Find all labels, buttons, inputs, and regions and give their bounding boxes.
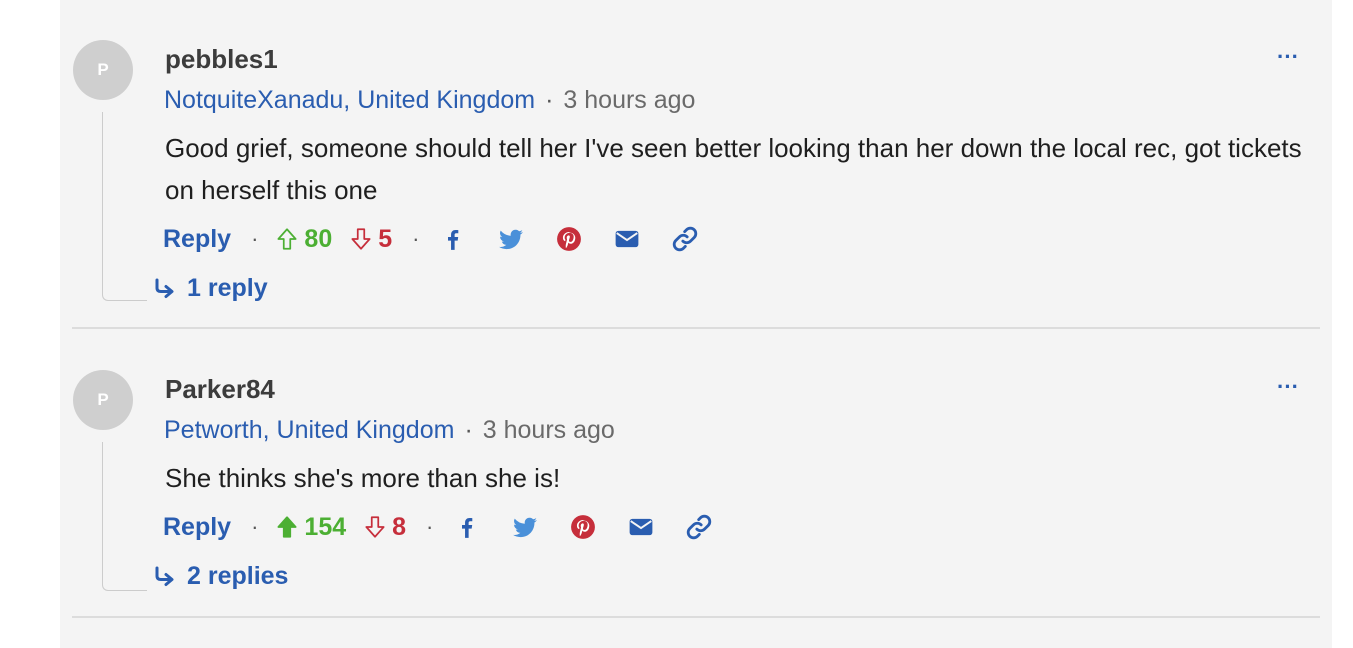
comment-actions: Reply · 154 8 · [163,510,743,544]
upvote-button[interactable]: 154 [274,513,346,542]
share-twitter-button[interactable] [511,513,539,541]
reply-button[interactable]: Reply [163,225,231,254]
twitter-icon [513,517,538,538]
link-icon [673,226,698,252]
arrow-down-outline-icon [351,228,371,250]
share-email-button[interactable] [613,225,641,253]
avatar[interactable]: P [73,370,133,430]
reply-arrow-icon [155,278,174,298]
downvote-button[interactable]: 5 [348,225,392,254]
view-replies-link[interactable]: 1 reply [153,274,268,303]
arrow-down-outline-icon [365,516,385,538]
copy-link-button[interactable] [685,513,713,541]
action-separator: · [251,514,259,539]
share-facebook-button[interactable] [439,225,467,253]
avatar-initial: P [97,60,109,79]
share-pinterest-button[interactable] [555,225,583,253]
twitter-icon [499,229,524,250]
copy-link-button[interactable] [671,225,699,253]
comment-divider [72,616,1320,618]
replies-count-label: 2 replies [187,562,289,590]
avatar-initial: P [97,390,109,409]
facebook-icon [462,518,473,538]
share-twitter-button[interactable] [497,225,525,253]
comment-meta: Petworth, United Kingdom · 3 hours ago [164,416,615,445]
action-separator: · [412,226,420,251]
reply-arrow-icon [155,566,174,586]
action-separator: · [426,514,434,539]
view-replies-link[interactable]: 2 replies [153,562,288,591]
comments-panel: P pebbles1 ··· NotquiteXanadu, United Ki… [60,0,1332,648]
arrow-up-filled-icon [277,516,297,538]
replies-count-label: 1 reply [187,274,268,302]
action-separator: · [251,226,259,251]
upvote-count: 154 [304,512,347,541]
meta-separator: · [464,416,473,444]
comment-meta: NotquiteXanadu, United Kingdom · 3 hours a… [164,86,695,115]
share-facebook-button[interactable] [453,513,481,541]
email-icon [616,230,639,248]
more-options-button[interactable]: ··· [1277,374,1299,400]
avatar[interactable]: P [73,40,133,100]
upvote-button[interactable]: 80 [274,225,332,254]
user-location[interactable]: Petworth, United Kingdom [164,416,454,444]
user-location[interactable]: NotquiteXanadu, United Kingdom [164,86,535,114]
username[interactable]: Parker84 [165,374,275,405]
comment-divider [72,327,1320,329]
link-icon [687,514,712,540]
comment-actions: Reply · 80 5 · [163,222,729,256]
timestamp: 3 hours ago [563,86,696,114]
downvote-count: 8 [392,512,407,541]
pinterest-icon [571,515,596,539]
username[interactable]: pebbles1 [165,44,278,75]
comment-text: She thinks she's more than she is! [165,463,561,493]
thread-line [102,442,147,591]
facebook-icon [448,230,459,250]
downvote-button[interactable]: 8 [362,513,406,542]
pinterest-icon [557,227,582,251]
arrow-up-outline-icon [277,228,297,250]
meta-separator: · [545,86,554,114]
email-icon [630,518,653,536]
reply-button[interactable]: Reply [163,513,231,542]
thread-line [102,112,147,301]
timestamp: 3 hours ago [482,416,615,444]
more-options-button[interactable]: ··· [1277,44,1299,70]
upvote-count: 80 [304,224,333,253]
downvote-count: 5 [378,224,393,253]
share-pinterest-button[interactable] [569,513,597,541]
share-email-button[interactable] [627,513,655,541]
comment-text: Good grief, someone should tell her I've… [165,133,1302,205]
